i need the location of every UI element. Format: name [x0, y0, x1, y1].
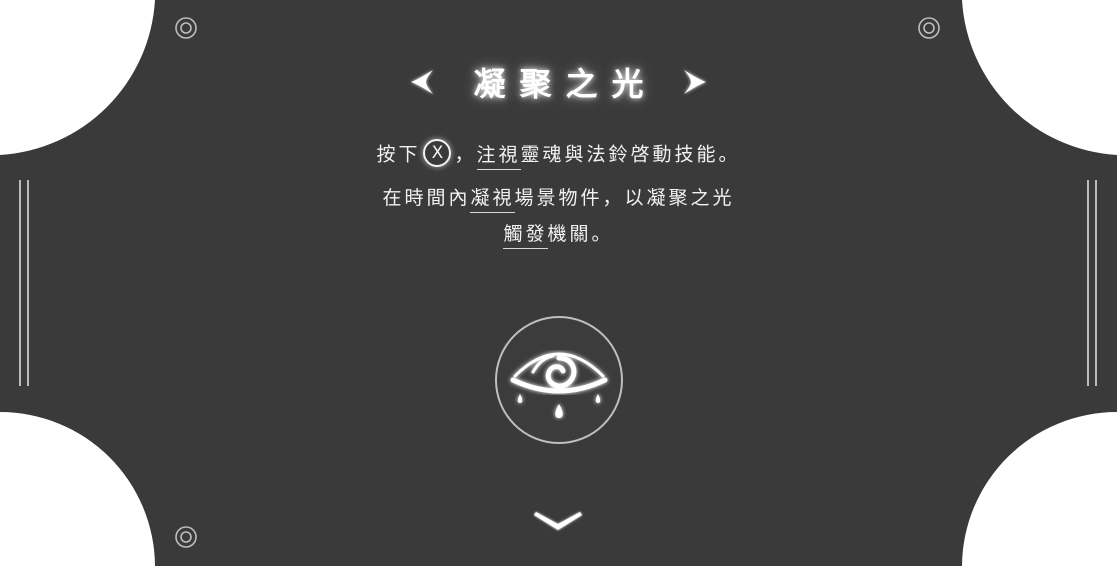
chevron-down-icon — [534, 512, 582, 530]
instruction-line-1: 按下 X ，注視靈魂與法鈴啓動技能。 — [0, 139, 1117, 171]
instruction-text: 機關。 — [547, 223, 614, 245]
instruction-line-2: 在時間內凝視場景物件，以凝聚之光 — [0, 183, 1117, 213]
keyword-gaze: 注視 — [476, 143, 521, 170]
keyword-trigger: 觸發 — [503, 223, 548, 249]
instruction-text: 按下 — [376, 143, 421, 166]
instruction-line-3: 觸發機關。 — [0, 219, 1117, 249]
title-bar: 凝聚之光 — [0, 56, 1117, 108]
chevron-right-icon — [683, 70, 706, 94]
weeping-eye-icon — [495, 316, 623, 444]
page-title: 凝聚之光 — [473, 65, 658, 103]
keyword-stare: 凝視 — [470, 187, 515, 213]
instruction-text: 在時間內 — [382, 187, 471, 209]
scroll-indicator[interactable] — [402, 504, 714, 534]
instruction-text: 場景物件，以凝聚之光 — [514, 187, 735, 209]
skill-icon-badge — [493, 314, 625, 446]
instruction-text: ， — [454, 143, 477, 166]
cross-button-icon: X — [423, 139, 452, 167]
instruction-text: 靈魂與法鈴啓動技能。 — [520, 143, 741, 166]
chevron-left-icon — [411, 70, 434, 94]
